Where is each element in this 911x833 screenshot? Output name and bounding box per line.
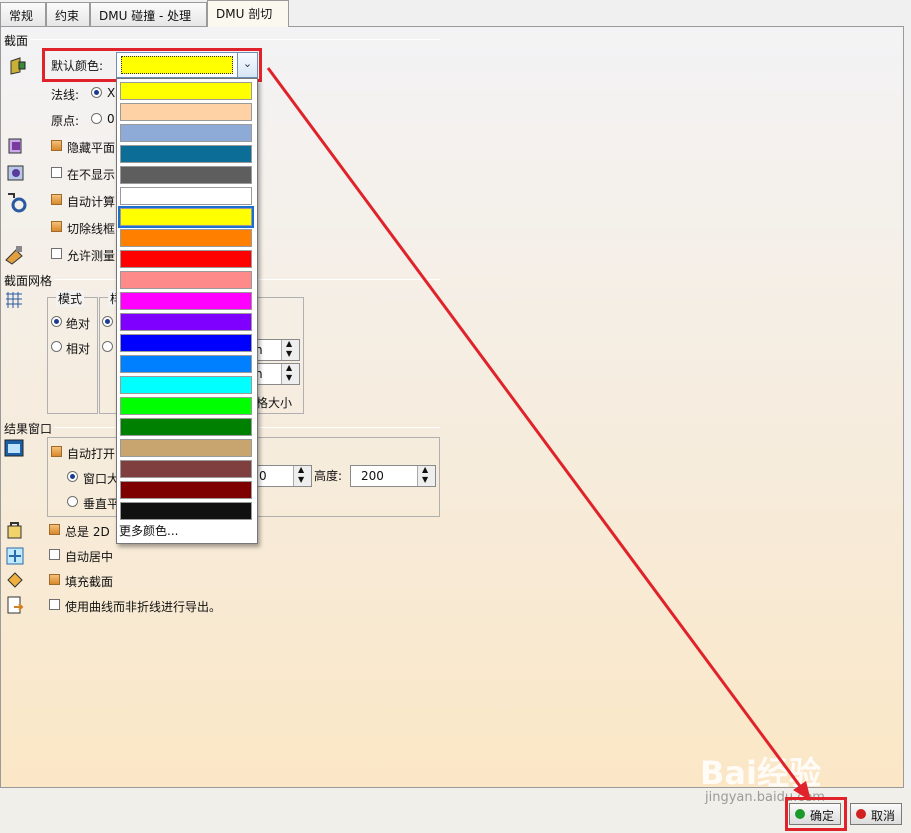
annotation-arrow (266, 67, 811, 801)
ok-highlight (785, 797, 847, 831)
